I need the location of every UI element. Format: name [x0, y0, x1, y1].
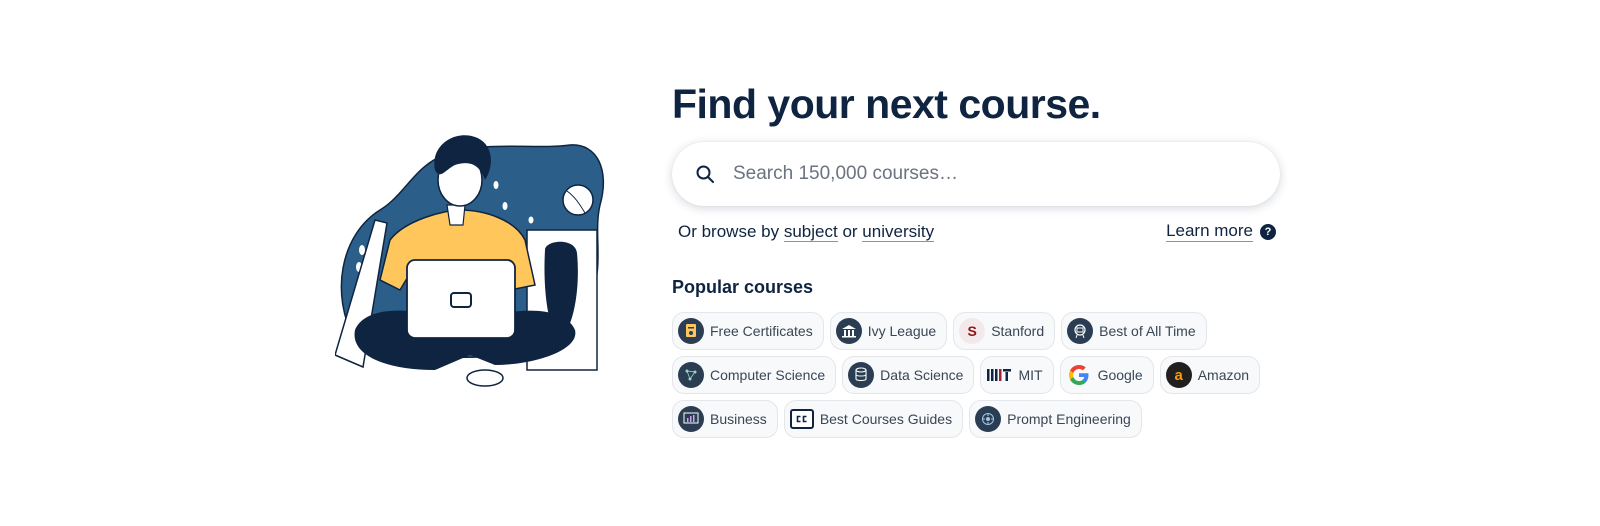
- chip-free-certificates[interactable]: Free Certificates: [672, 312, 824, 350]
- chip-label: Data Science: [880, 367, 964, 383]
- database-icon: [848, 362, 875, 388]
- browse-university-link[interactable]: university: [862, 221, 935, 242]
- browse-connector: or: [842, 221, 858, 241]
- learn-more-link[interactable]: Learn more: [1166, 221, 1253, 242]
- ai-brain-icon: [975, 406, 1002, 432]
- popular-courses-chips: Free Certificates Ivy League S Stanford …: [672, 312, 1272, 438]
- cc-logo-icon: [789, 409, 814, 429]
- chip-label: Google: [1097, 367, 1143, 383]
- chip-computer-science[interactable]: Computer Science: [672, 356, 837, 394]
- chip-amazon[interactable]: a Amazon: [1159, 356, 1261, 394]
- chip-business[interactable]: Business: [672, 400, 778, 438]
- chip-label: Amazon: [1197, 367, 1250, 383]
- chip-best-courses-guides[interactable]: Best Courses Guides: [783, 400, 964, 438]
- google-logo-icon: [1066, 362, 1092, 388]
- browse-row: Or browse by subject or university Learn…: [672, 221, 1282, 242]
- chip-mit[interactable]: MIT: [980, 356, 1054, 394]
- search-icon[interactable]: [695, 164, 715, 184]
- award-badge-icon: [1067, 318, 1094, 344]
- chip-google[interactable]: Google: [1059, 356, 1154, 394]
- learn-more[interactable]: Learn more ?: [1166, 221, 1276, 242]
- chip-stanford[interactable]: S Stanford: [953, 312, 1056, 350]
- chip-label: Computer Science: [710, 367, 826, 383]
- chip-label: Stanford: [991, 323, 1045, 339]
- university-building-icon: [835, 318, 862, 344]
- amazon-logo-icon: a: [1165, 362, 1192, 388]
- page-title: Find your next course.: [672, 81, 1101, 127]
- chip-prompt-engineering[interactable]: Prompt Engineering: [969, 400, 1142, 438]
- chip-label: Best of All Time: [1099, 323, 1196, 339]
- chip-data-science[interactable]: Data Science: [842, 356, 975, 394]
- chip-label: Business: [710, 411, 767, 427]
- chip-best-of-all-time[interactable]: Best of All Time: [1061, 312, 1207, 350]
- stanford-logo-icon: S: [959, 318, 986, 344]
- chip-label: Free Certificates: [710, 323, 813, 339]
- chip-label: Ivy League: [867, 323, 937, 339]
- chip-label: MIT: [1018, 367, 1043, 383]
- browse-prefix: Or browse by: [678, 221, 780, 241]
- browse-subject-link[interactable]: subject: [783, 221, 838, 242]
- chip-ivy-league[interactable]: Ivy League: [829, 312, 948, 350]
- hero-content: Find your next course. Or browse by subj…: [672, 78, 1282, 438]
- popular-courses-heading: Popular courses: [672, 277, 814, 297]
- mit-logo-icon: [986, 362, 1012, 388]
- browse-text: Or browse by subject or university: [678, 221, 935, 242]
- search-bar[interactable]: [672, 142, 1280, 206]
- chip-label: Best Courses Guides: [819, 411, 953, 427]
- help-icon[interactable]: ?: [1260, 223, 1276, 240]
- hero-illustration: [334, 125, 620, 390]
- chip-label: Prompt Engineering: [1007, 411, 1131, 427]
- certificate-icon: [678, 318, 704, 344]
- search-input[interactable]: [733, 163, 1233, 185]
- chart-board-icon: [678, 406, 704, 432]
- circuit-icon: [678, 362, 704, 388]
